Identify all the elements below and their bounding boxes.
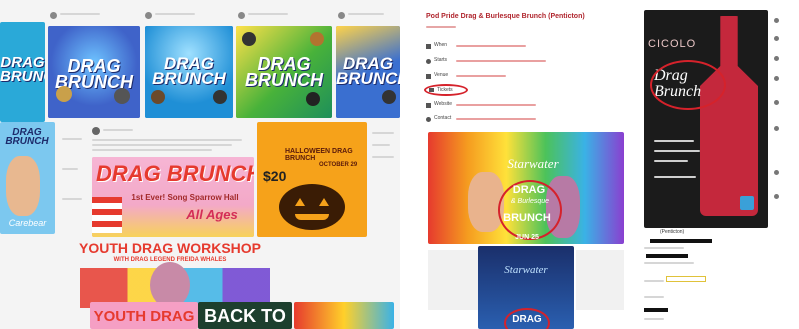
event-row: When bbox=[426, 42, 626, 52]
poster-side-icon bbox=[428, 250, 478, 310]
poster-title: DRAG BRUNCH bbox=[96, 161, 254, 186]
avatar[interactable] bbox=[774, 170, 779, 175]
poster-brand: Starwater bbox=[504, 264, 548, 276]
tile-title: BACK TO bbox=[204, 306, 286, 326]
halloween-poster[interactable]: $20 HALLOWEEN DRAG BRUNCH OCTOBER 29 bbox=[257, 122, 367, 237]
poster-date: JUN 25 bbox=[515, 234, 539, 241]
row-label: Website bbox=[434, 101, 452, 107]
workshop-title: YOUTH DRAG WORKSHOP bbox=[79, 240, 261, 256]
clock-icon bbox=[426, 59, 431, 64]
poster-title: HALLOWEEN DRAG BRUNCH bbox=[285, 148, 353, 162]
avatar[interactable] bbox=[50, 12, 57, 19]
row-label: Contact bbox=[434, 115, 452, 121]
sidebar-strip bbox=[370, 124, 400, 234]
poster-subtitle: & Burlesque bbox=[510, 198, 550, 205]
post-tile-1[interactable]: DRAG BRUNCH bbox=[0, 22, 45, 122]
avatar[interactable] bbox=[774, 56, 779, 61]
tile-title: DRAG BRUNCH bbox=[152, 54, 226, 89]
poster-title: DRAG bbox=[512, 314, 542, 325]
event-poster-bottom[interactable]: Starwater DRAG bbox=[478, 246, 574, 329]
highlight-box bbox=[666, 276, 706, 282]
post-header bbox=[238, 8, 323, 24]
row-label: Starts bbox=[434, 57, 448, 63]
post-header bbox=[92, 125, 252, 155]
performer-photo bbox=[114, 88, 130, 104]
post-header bbox=[338, 8, 398, 24]
avatar[interactable] bbox=[774, 36, 779, 41]
event-row: Starts bbox=[426, 57, 626, 67]
post-header bbox=[145, 8, 230, 24]
wine-poster[interactable]: CICOLO Drag Brunch bbox=[644, 10, 768, 228]
poster-title: DRAG bbox=[512, 184, 546, 196]
poster-brand: Starwater bbox=[507, 156, 559, 171]
qr-icon bbox=[740, 196, 754, 210]
event-row[interactable]: Tickets bbox=[424, 84, 624, 96]
tile-title: DRAG BRUNCH bbox=[0, 54, 45, 85]
post-tile-4[interactable]: DRAG BRUNCH bbox=[236, 26, 332, 118]
performer-photo bbox=[56, 86, 72, 102]
event-panel: Pod Pride Drag & Burlesque Brunch (Penti… bbox=[420, 0, 630, 329]
post-header bbox=[50, 8, 135, 24]
avatar[interactable] bbox=[774, 126, 779, 131]
right-post: CICOLO Drag Brunch (Penticton) bbox=[640, 0, 799, 329]
poster-line: All Ages bbox=[186, 207, 238, 222]
poster-brand: CICOLO bbox=[648, 38, 697, 50]
tile-title: DRAG BRUNCH bbox=[336, 54, 400, 89]
event-row: Venue bbox=[426, 72, 626, 82]
back-to-tile[interactable]: BACK TO bbox=[198, 302, 292, 329]
ticket-icon bbox=[429, 88, 434, 92]
tile-subtitle: Carebear bbox=[8, 218, 47, 228]
avatar[interactable] bbox=[92, 127, 100, 135]
row-label: When bbox=[434, 42, 448, 48]
wine-bottle-icon bbox=[700, 16, 758, 216]
row-label: Tickets bbox=[437, 87, 453, 93]
poster-price: $20 bbox=[263, 168, 287, 184]
redacted-bar bbox=[646, 254, 688, 258]
post-tile-5[interactable]: DRAG BRUNCH bbox=[336, 26, 400, 118]
event-row: Contact bbox=[426, 115, 626, 125]
left-feed: DRAG BRUNCH DRAG BRUNCH DRAG BRUNCH DRAG… bbox=[0, 0, 400, 329]
calendar-icon bbox=[426, 44, 431, 49]
row-label: Venue bbox=[434, 72, 449, 78]
pumpkin-icon bbox=[279, 184, 345, 230]
avatar[interactable] bbox=[774, 76, 779, 81]
tile-title: YOUTH DRAG bbox=[93, 308, 195, 325]
event-title: Pod Pride Drag & Burlesque Brunch (Penti… bbox=[426, 13, 585, 20]
flag-stripes bbox=[92, 197, 122, 233]
avatar[interactable] bbox=[774, 194, 779, 199]
poster-side-icon bbox=[576, 250, 624, 310]
redacted-bar bbox=[644, 308, 668, 312]
user-icon bbox=[426, 117, 431, 122]
avatar[interactable] bbox=[774, 18, 779, 23]
post-tile-3[interactable]: DRAG BRUNCH bbox=[145, 26, 233, 118]
performer-photo bbox=[6, 156, 40, 216]
comment-column bbox=[58, 128, 88, 228]
poster-line: 1st Ever! Song Sparrow Hall bbox=[131, 193, 239, 202]
drag-brunch-poster[interactable]: DRAG BRUNCH 1st Ever! Song Sparrow Hall … bbox=[92, 157, 254, 237]
post-tile-carebear[interactable]: DRAG BRUNCH Carebear bbox=[0, 122, 55, 234]
colorful-tile[interactable] bbox=[294, 302, 394, 329]
link-icon bbox=[426, 103, 431, 108]
youth-drag-tile[interactable]: YOUTH DRAG bbox=[90, 302, 198, 329]
author-label: (Penticton) bbox=[660, 229, 685, 235]
post-tile-2[interactable]: DRAG BRUNCH bbox=[48, 26, 140, 118]
avatar[interactable] bbox=[774, 100, 779, 105]
tile-title: DRAG BRUNCH bbox=[245, 54, 323, 91]
event-row: Website bbox=[426, 101, 626, 111]
location-icon bbox=[426, 74, 431, 79]
tile-title: DRAG BRUNCH bbox=[5, 127, 49, 147]
poster-title: BRUNCH bbox=[503, 212, 551, 224]
event-poster-top[interactable]: Starwater DRAG & Burlesque BRUNCH JUN 25 bbox=[428, 132, 624, 244]
redacted-bar bbox=[650, 239, 712, 243]
red-circle-highlight bbox=[650, 60, 726, 110]
poster-date: OCTOBER 29 bbox=[319, 162, 358, 168]
